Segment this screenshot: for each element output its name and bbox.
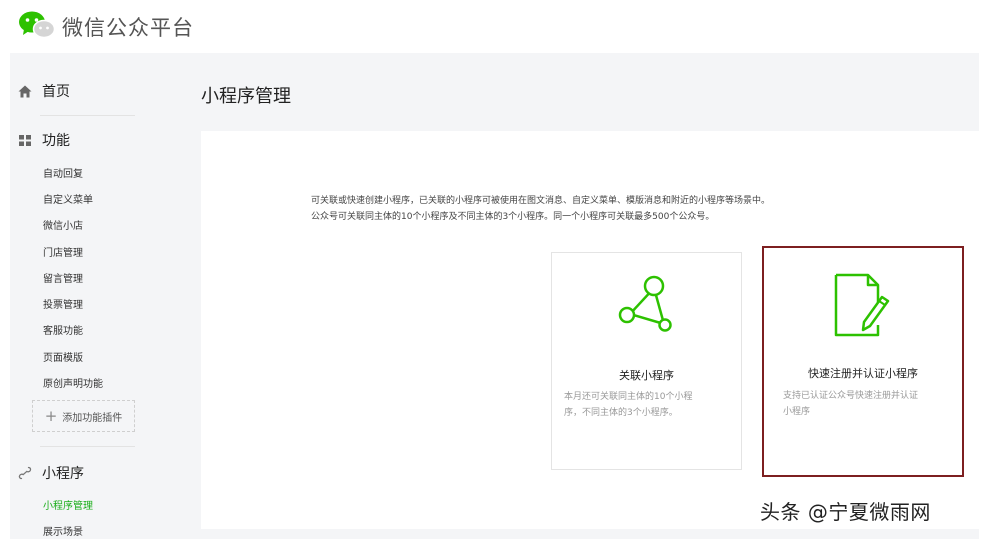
option-description-line-2: 小程序 [783,407,811,417]
top-bar: 微信公众平台 [0,0,981,52]
link-mini-program-card[interactable]: 关联小程序 本月还可关联同主体的10个小程 序，不同主体的3个小程序。 [551,252,742,470]
watermark-text: 头条 @宁夏微雨网 [760,500,931,524]
brand-title[interactable]: 微信公众平台 [62,12,194,42]
sidebar-item-customer-service[interactable]: 客服功能 [43,322,83,337]
mini-program-icon [18,466,32,480]
option-description-line-2: 序，不同主体的3个小程序。 [564,408,678,418]
register-document-icon [834,273,890,337]
divider [40,446,135,447]
sidebar-item-page-template[interactable]: 页面模版 [43,349,83,364]
option-description-line-1: 支持已认证公众号快速注册并认证 [783,391,919,401]
grid-icon [19,134,31,146]
sidebar-item-display-scenes[interactable]: 展示场景 [43,523,83,538]
option-title: 关联小程序 [619,369,674,382]
sidebar-section-label: 功能 [42,133,70,149]
sidebar-section-functions[interactable]: 功能 [18,130,70,150]
sidebar-item-wechat-store[interactable]: 微信小店 [43,217,83,232]
sidebar-item-comment-management[interactable]: 留言管理 [43,270,83,285]
sidebar-item-store-management[interactable]: 门店管理 [43,244,83,259]
sidebar-item-vote-management[interactable]: 投票管理 [43,296,83,311]
description-line-1: 可关联或快速创建小程序，已关联的小程序可被使用在图文消息、自定义菜单、模版消息和… [311,196,771,206]
plus-icon: + [44,406,58,425]
description-line-2: 公众号可关联同主体的10个小程序及不同主体的3个小程序。同一个小程序可关联最多5… [311,212,715,222]
sidebar-item-original-declaration[interactable]: 原创声明功能 [43,375,103,390]
divider [40,115,135,116]
add-plugin-button[interactable]: + 添加功能插件 [32,400,135,432]
sidebar-section-mini-program[interactable]: 小程序 [18,463,84,483]
sidebar-item-home[interactable]: 首页 [18,81,70,101]
option-title: 快速注册并认证小程序 [808,367,918,380]
sidebar-item-auto-reply[interactable]: 自动回复 [43,165,83,180]
sidebar-item-label: 首页 [42,84,70,100]
home-icon [18,85,32,97]
option-description-line-1: 本月还可关联同主体的10个小程 [564,392,693,402]
sidebar-item-custom-menu[interactable]: 自定义菜单 [43,191,93,206]
sidebar: 首页 功能 自动回复 自定义菜单 微信小店 门店管理 留言管理 投票管理 客服功… [10,53,185,539]
sidebar-item-mini-program-management[interactable]: 小程序管理 [43,497,93,512]
page: 微信公众平台 首页 功能 自动回复 自定义菜单 微信小店 门店管理 留言管理 投… [0,0,981,539]
link-nodes-icon [618,275,672,332]
sidebar-section-label: 小程序 [42,466,84,482]
page-title: 小程序管理 [201,86,291,107]
register-mini-program-card[interactable]: 快速注册并认证小程序 支持已认证公众号快速注册并认证 小程序 [762,246,964,477]
wechat-logo-icon [19,11,56,39]
add-plugin-label: 添加功能插件 [62,412,123,424]
